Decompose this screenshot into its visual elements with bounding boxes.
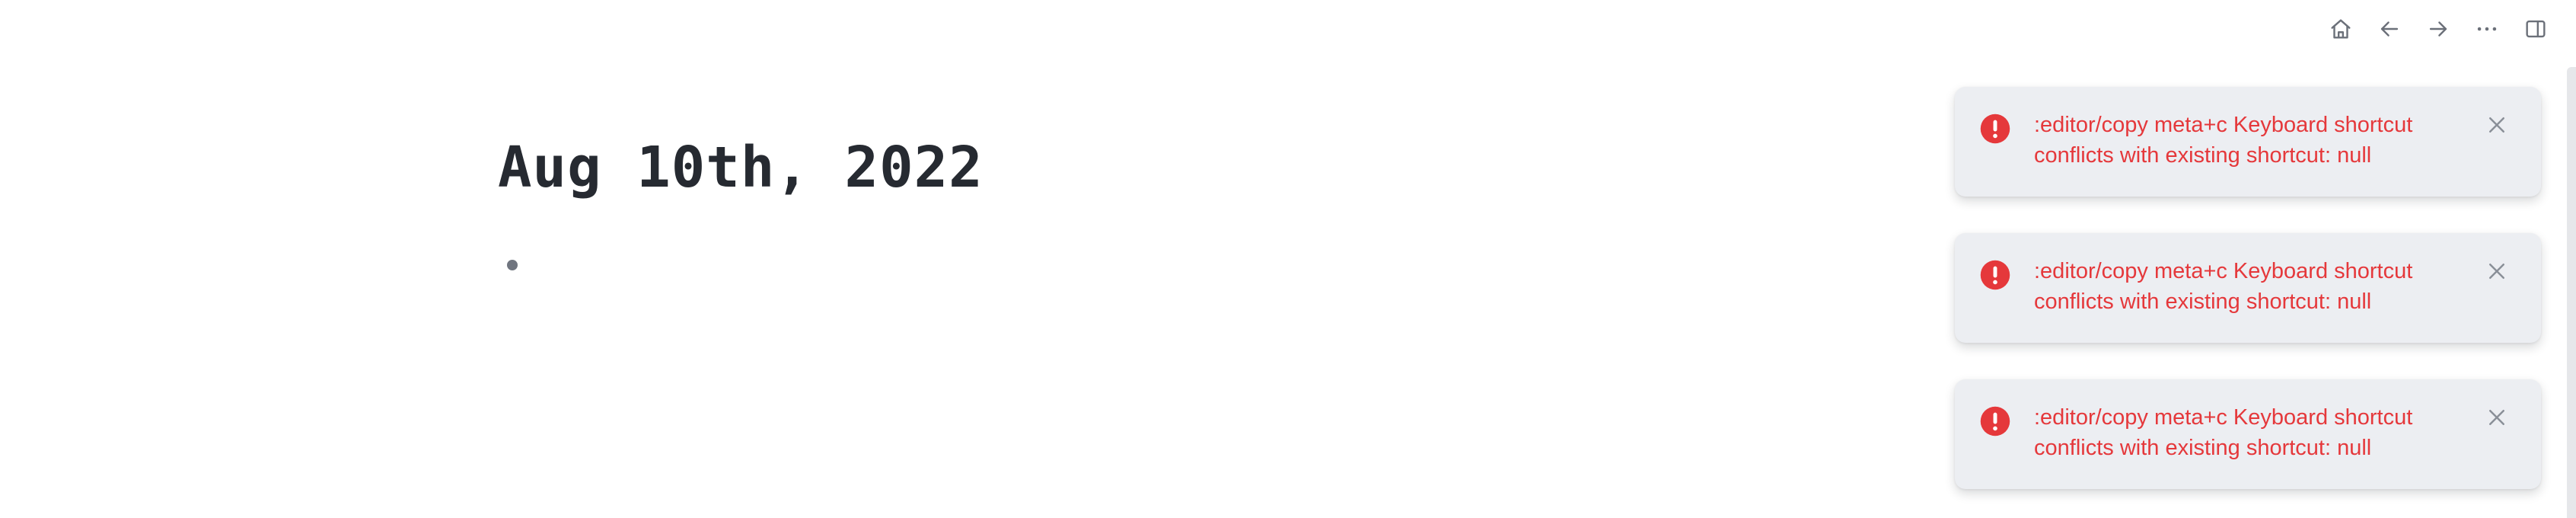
notification: :editor/copy meta+c Keyboard shortcut co… <box>1955 87 2541 197</box>
forward-button[interactable] <box>2422 14 2454 44</box>
notification-message: :editor/copy meta+c Keyboard shortcut co… <box>2034 113 2413 168</box>
error-circle-icon <box>1980 114 2010 144</box>
arrow-left-icon <box>2380 21 2399 37</box>
top-toolbar <box>2325 14 2552 44</box>
notification-close-button[interactable] <box>2482 402 2512 433</box>
notification-close-button[interactable] <box>2482 256 2512 286</box>
sidebar-right-icon <box>2526 20 2546 38</box>
notification-message: :editor/copy meta+c Keyboard shortcut co… <box>2034 405 2413 460</box>
notification-close-button[interactable] <box>2482 110 2512 140</box>
notification: :editor/copy meta+c Keyboard shortcut co… <box>1955 233 2541 343</box>
home-button[interactable] <box>2325 14 2357 44</box>
notification: :editor/copy meta+c Keyboard shortcut co… <box>1955 379 2541 489</box>
toggle-right-sidebar-button[interactable] <box>2520 14 2552 44</box>
close-icon <box>2489 410 2504 425</box>
close-icon <box>2489 264 2504 279</box>
home-icon <box>2331 19 2351 39</box>
notification-stack: :editor/copy meta+c Keyboard shortcut co… <box>1955 87 2541 489</box>
error-circle-icon <box>1980 406 2010 436</box>
arrow-right-icon <box>2429 21 2447 37</box>
back-button[interactable] <box>2374 14 2405 44</box>
page-title[interactable]: Aug 10th, 2022 <box>498 130 984 206</box>
notification-message: :editor/copy meta+c Keyboard shortcut co… <box>2034 259 2413 314</box>
journal-page: Aug 10th, 2022 :editor/copy meta+c Keybo… <box>0 0 2576 518</box>
scrollbar[interactable] <box>2567 67 2576 518</box>
more-button[interactable] <box>2471 14 2503 44</box>
block-bullet[interactable] <box>507 260 518 270</box>
more-horizontal-icon <box>2477 27 2497 31</box>
close-icon <box>2489 117 2504 133</box>
error-circle-icon <box>1980 260 2010 290</box>
